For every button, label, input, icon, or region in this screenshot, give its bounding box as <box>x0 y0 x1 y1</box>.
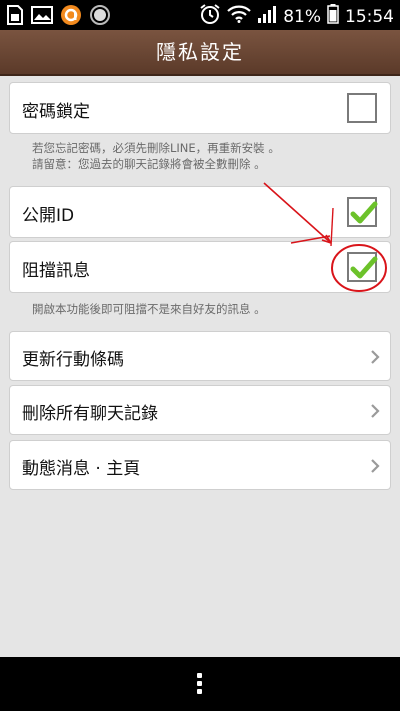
chevron-right-icon <box>371 459 380 473</box>
menu-item-update-qrcode[interactable]: 更新行動條碼 <box>9 331 391 381</box>
system-nav-bar <box>0 657 400 711</box>
passcode-note-line1: 若您忘記密碼，必須先刪除LINE，再重新安裝 。 <box>32 141 280 155</box>
check-icon <box>350 201 378 224</box>
chevron-right-icon <box>371 404 380 418</box>
menu-item-delete-chats[interactable]: 刪除所有聊天記錄 <box>9 385 391 435</box>
page-title: 隱私設定 <box>156 40 244 64</box>
sim-card-icon <box>6 5 24 29</box>
menu-item-label: 刪除所有聊天記錄 <box>22 404 158 424</box>
passcode-lock-row[interactable]: 密碼鎖定 <box>9 82 391 134</box>
check-icon <box>350 256 378 279</box>
passcode-note-line2: 請留意：您過去的聊天記錄將會被全數刪除 。 <box>32 157 266 171</box>
menu-item-label: 動態消息 · 主頁 <box>22 459 141 479</box>
battery-percent: 81% <box>283 6 321 27</box>
menu-icon[interactable] <box>197 673 203 695</box>
block-messages-row[interactable]: 阻擋訊息 <box>9 241 391 293</box>
app-notification-icon <box>60 4 82 30</box>
signal-icon <box>257 5 277 28</box>
public-id-label: 公開ID <box>22 206 75 226</box>
passcode-lock-label: 密碼鎖定 <box>22 102 90 122</box>
image-icon <box>31 6 53 28</box>
record-icon <box>89 4 111 30</box>
title-bar: 隱私設定 <box>0 30 400 76</box>
public-id-row[interactable]: 公開ID <box>9 186 391 238</box>
status-bar: 81% 15:54 <box>0 0 400 30</box>
alarm-icon <box>199 3 221 30</box>
passcode-lock-checkbox[interactable] <box>347 93 377 123</box>
block-messages-checkbox[interactable] <box>347 252 378 282</box>
block-messages-note: 開啟本功能後即可阻擋不是來自好友的訊息 。 <box>32 302 266 316</box>
menu-item-label: 更新行動條碼 <box>22 350 124 370</box>
battery-icon <box>327 4 339 29</box>
block-messages-label: 阻擋訊息 <box>22 261 90 281</box>
menu-item-timeline-home[interactable]: 動態消息 · 主頁 <box>9 440 391 490</box>
clock-time: 15:54 <box>345 6 394 27</box>
wifi-icon <box>227 5 251 28</box>
public-id-checkbox[interactable] <box>347 197 378 227</box>
chevron-right-icon <box>371 350 380 364</box>
